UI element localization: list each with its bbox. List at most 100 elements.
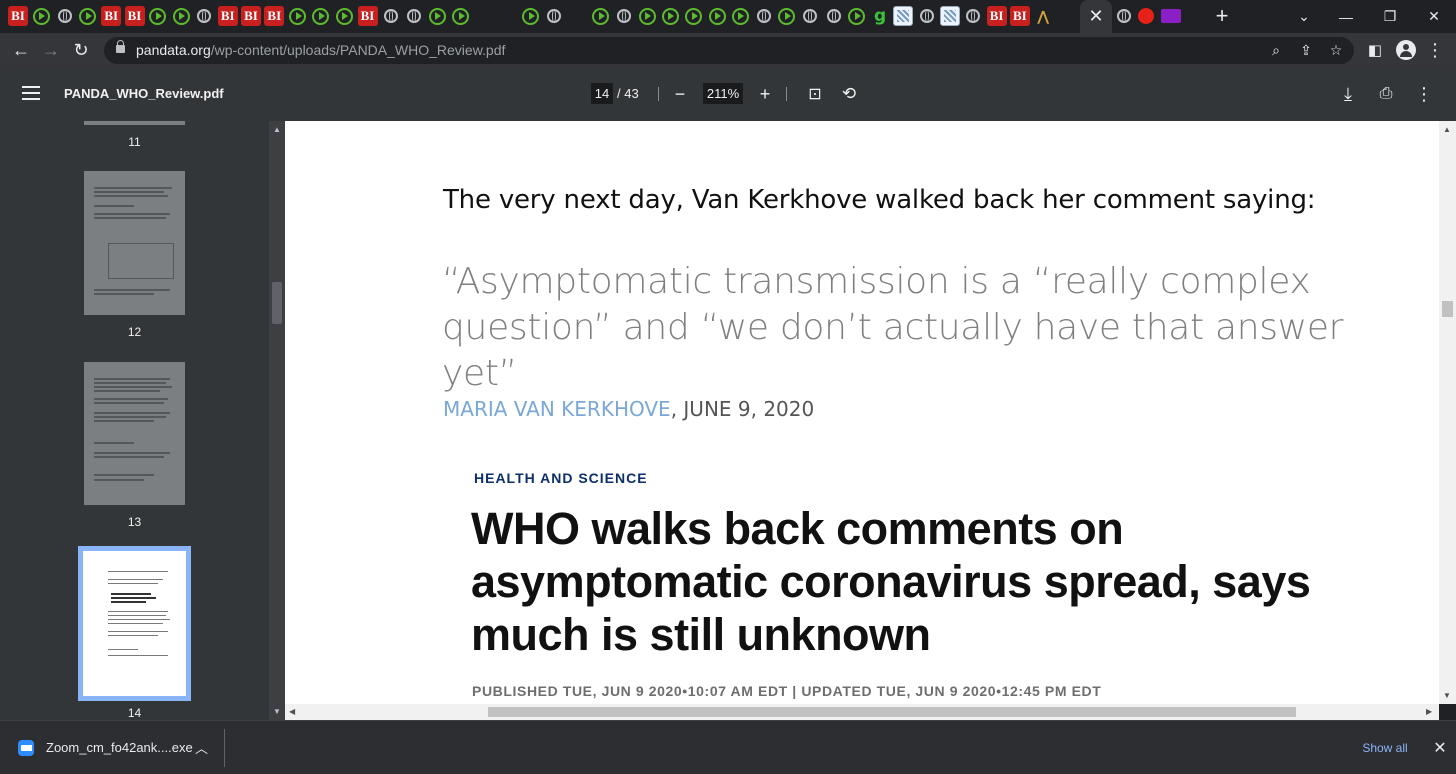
download-file-name[interactable]: Zoom_cm_fo42ank....exe <box>46 740 193 755</box>
page-number-input[interactable]: 14 <box>591 83 613 104</box>
tab-favicon-globe-icon[interactable] <box>614 6 634 26</box>
tab-favicon-bi-icon[interactable]: BI <box>217 6 238 26</box>
tab-favicon-bi-icon[interactable]: BI <box>8 6 28 26</box>
sidebar-scroll-thumb[interactable] <box>272 282 282 324</box>
tab-favicon-bi-icon[interactable]: BI <box>101 6 122 26</box>
tab-favicon-g-icon[interactable]: g <box>870 6 890 26</box>
tab-favicon-bi-icon[interactable]: BI <box>241 6 261 26</box>
tab-favicon-globe-icon[interactable] <box>194 6 214 26</box>
forward-arrow-icon[interactable]: → <box>36 33 66 67</box>
tab-favicon-road-icon[interactable]: ⋀ <box>1033 6 1053 26</box>
tab-favicon-globe-icon[interactable] <box>404 6 424 26</box>
tab-favicon-play-icon[interactable] <box>521 6 541 26</box>
tab-favicon-play-icon[interactable] <box>427 6 447 26</box>
tab-favicon-substack-icon[interactable] <box>1185 6 1205 26</box>
thumbnail-page-14-selected[interactable] <box>78 546 191 701</box>
tab-favicon-play-icon[interactable] <box>288 6 308 26</box>
close-window-button[interactable]: ✕ <box>1414 0 1454 33</box>
bookmark-star-icon[interactable]: ☆ <box>1322 37 1350 64</box>
lock-icon[interactable] <box>116 40 125 53</box>
share-icon[interactable]: ⇪ <box>1292 37 1320 64</box>
close-tab-icon[interactable]: ✕ <box>1088 6 1103 27</box>
tab-favicon-substack-icon[interactable] <box>474 6 494 26</box>
scroll-up-arrow-icon[interactable]: ▲ <box>273 125 281 134</box>
new-tab-button[interactable]: + <box>1210 2 1234 30</box>
tab-favicon-globe-icon[interactable] <box>754 6 774 26</box>
zoom-level-input[interactable]: 211% <box>703 83 743 104</box>
tab-favicon-globe-icon[interactable] <box>963 6 983 26</box>
tab-favicon-globe-icon[interactable] <box>1114 6 1134 26</box>
download-icon[interactable]: ⤓ <box>1336 82 1360 106</box>
tab-favicon-bi-icon[interactable]: BI <box>1009 6 1030 26</box>
viewer-vertical-scroll-thumb[interactable] <box>1442 301 1453 317</box>
zoom-in-button[interactable]: + <box>753 82 777 106</box>
tab-favicon-play-icon[interactable] <box>591 6 611 26</box>
tab-favicon-play-icon[interactable] <box>148 6 168 26</box>
minimize-button[interactable]: — <box>1326 0 1366 33</box>
tab-favicon-bi-icon[interactable]: BI <box>264 6 285 26</box>
tab-favicon-play-icon[interactable] <box>707 6 727 26</box>
tab-favicon-play-icon[interactable] <box>730 6 750 26</box>
tab-favicon-play-icon[interactable] <box>31 6 51 26</box>
tab-favicon-globe-icon[interactable] <box>544 6 564 26</box>
back-arrow-icon[interactable]: ← <box>6 33 36 67</box>
print-icon[interactable]: ⎙ <box>1374 82 1398 106</box>
scroll-left-arrow-icon[interactable]: ◀ <box>289 707 295 716</box>
viewer-horizontal-scroll-thumb[interactable] <box>488 707 1296 717</box>
tab-favicon-tile-icon[interactable] <box>893 6 914 26</box>
address-bar[interactable]: pandata.org/wp-content/uploads/PANDA_WHO… <box>104 37 1354 64</box>
thumbnail-page-12[interactable] <box>84 171 185 315</box>
scroll-right-arrow-icon[interactable]: ▶ <box>1426 707 1432 716</box>
tab-favicon-play-icon[interactable] <box>660 6 680 26</box>
scroll-down-arrow-icon[interactable]: ▼ <box>1443 691 1451 700</box>
tab-favicon-play-icon[interactable] <box>637 6 657 26</box>
tab-favicon-play-icon[interactable] <box>777 6 797 26</box>
tab-favicon-play-icon[interactable] <box>684 6 704 26</box>
browser-menu-icon[interactable]: ⋮ <box>1420 33 1450 67</box>
zoom-app-icon[interactable] <box>18 740 34 756</box>
more-options-icon[interactable]: ⋮ <box>1412 82 1436 106</box>
viewer-horizontal-scrollbar[interactable]: ◀ ▶ <box>285 704 1439 720</box>
viewer-vertical-scrollbar[interactable]: ▲ ▼ <box>1439 121 1456 704</box>
tab-favicon-bi-icon[interactable]: BI <box>986 6 1007 26</box>
fit-to-page-icon[interactable]: ⊡ <box>803 82 827 106</box>
side-panel-icon[interactable]: ◧ <box>1360 33 1390 67</box>
zoom-magnifier-icon[interactable]: ⌕ <box>1262 37 1290 64</box>
tab-favicon-play-icon[interactable] <box>451 6 471 26</box>
tab-favicon-forward-icon[interactable] <box>567 6 587 26</box>
sidebar-scrollbar[interactable]: ▲ ▼ <box>269 121 285 720</box>
tab-favicon-play-icon[interactable] <box>847 6 867 26</box>
tab-favicon-globe-icon[interactable] <box>917 6 937 26</box>
tab-favicon-bi-icon[interactable]: BI <box>357 6 378 26</box>
pdf-toolbar: PANDA_WHO_Review.pdf 14 / 43 − 211% + ⊡ … <box>0 67 1456 121</box>
tab-favicon-mail-icon[interactable] <box>1161 9 1181 23</box>
tab-favicon-globe-icon[interactable] <box>800 6 820 26</box>
tab-favicon-shield-icon[interactable] <box>1137 8 1154 24</box>
tab-favicon-play-icon[interactable] <box>78 6 98 26</box>
tab-favicon-play-icon[interactable] <box>334 6 354 26</box>
tab-search-button[interactable]: ⌄ <box>1284 0 1324 33</box>
profile-avatar-icon[interactable] <box>1396 40 1416 60</box>
download-options-chevron-icon[interactable]: ︿ <box>195 738 208 757</box>
thumbnail-page-13[interactable] <box>84 362 185 505</box>
scroll-down-arrow-icon[interactable]: ▼ <box>273 707 281 716</box>
tab-favicon-globe-icon[interactable] <box>381 6 401 26</box>
thumbnail-page-11[interactable] <box>84 121 185 125</box>
tab-favicon-globe-icon[interactable] <box>824 6 844 26</box>
tab-favicon-play-icon[interactable] <box>171 6 191 26</box>
tab-favicon-bi-icon[interactable]: BI <box>124 6 145 26</box>
maximize-button[interactable]: ❐ <box>1370 0 1410 33</box>
tab-favicon-forward-icon[interactable] <box>497 6 517 26</box>
reload-icon[interactable]: ↻ <box>66 33 96 67</box>
hamburger-menu-icon[interactable] <box>22 86 40 100</box>
scroll-up-arrow-icon[interactable]: ▲ <box>1443 125 1451 134</box>
url-text[interactable]: pandata.org/wp-content/uploads/PANDA_WHO… <box>136 42 505 58</box>
rotate-icon[interactable]: ⟲ <box>837 82 861 106</box>
close-downloads-bar-button[interactable]: ✕ <box>1430 735 1450 761</box>
tab-favicon-tile-icon[interactable] <box>940 6 960 26</box>
show-all-downloads-button[interactable]: Show all <box>1352 735 1418 761</box>
tab-favicon-play-icon[interactable] <box>311 6 331 26</box>
tab-favicon-globe-icon[interactable] <box>55 6 75 26</box>
active-tab[interactable]: ✕ <box>1080 0 1112 33</box>
zoom-out-button[interactable]: − <box>668 82 692 106</box>
